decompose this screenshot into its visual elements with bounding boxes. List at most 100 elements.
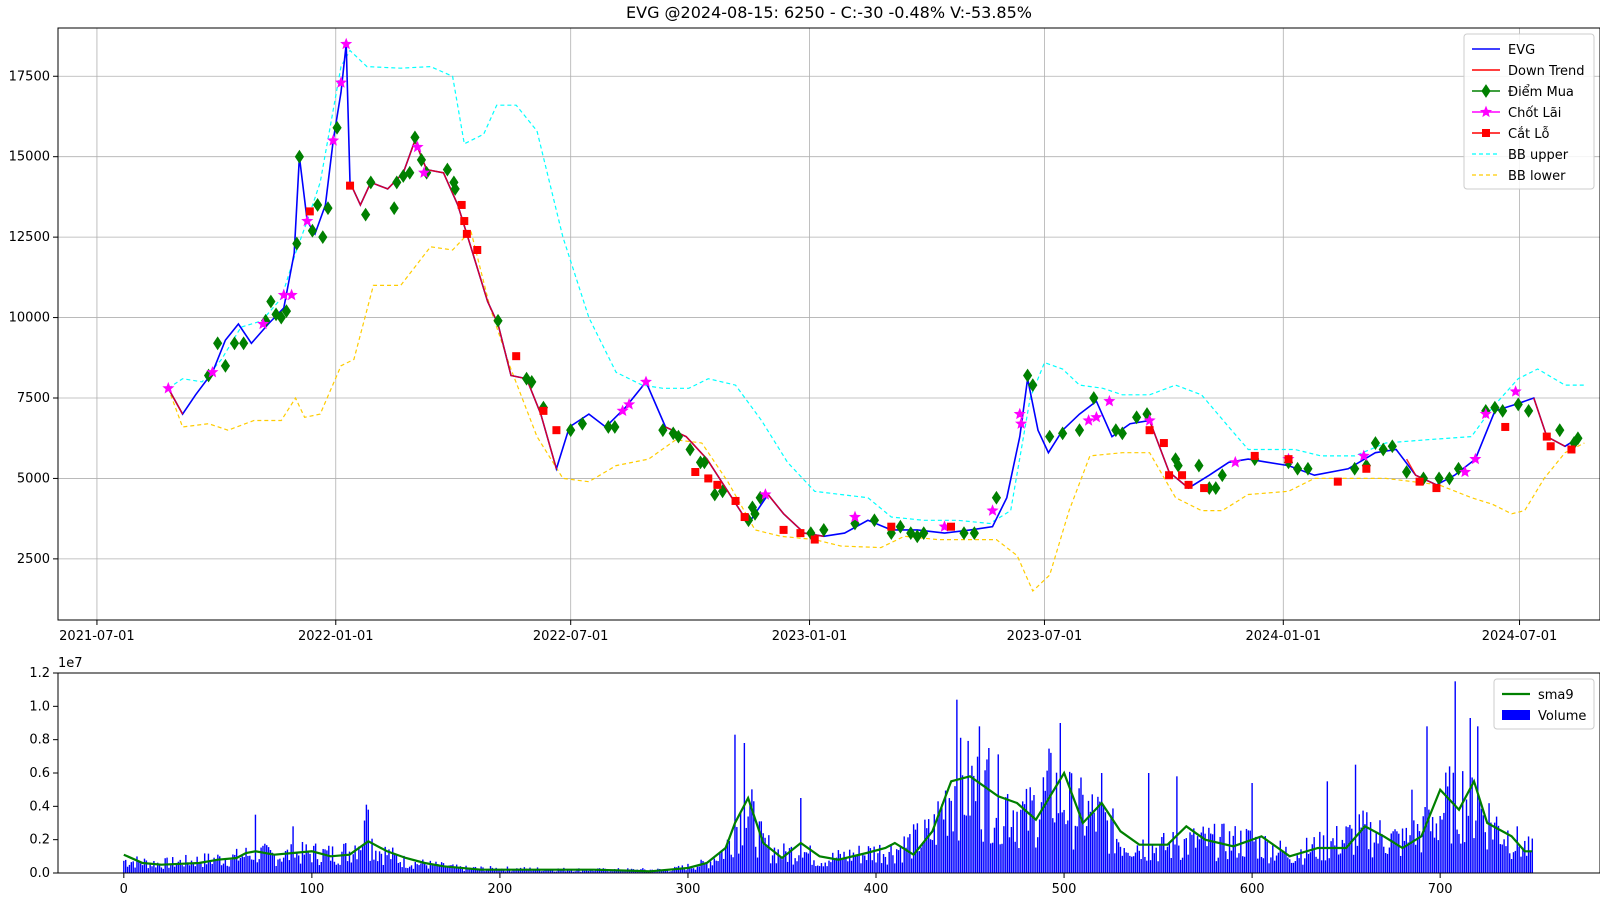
volume-bar	[258, 859, 260, 873]
volume-bar	[168, 867, 170, 873]
volume-bar	[1226, 859, 1229, 873]
stop-loss-marker	[457, 200, 466, 209]
volume-bar	[401, 867, 403, 873]
volume-bar	[1454, 681, 1456, 873]
volume-bar	[1217, 857, 1219, 873]
volume-bar	[217, 854, 219, 873]
volume-bar	[1292, 862, 1295, 873]
volume-bar	[734, 734, 736, 873]
volume-bar	[1341, 839, 1344, 873]
volume-bar	[1108, 853, 1110, 873]
price-y-tick-label: 5000	[17, 471, 50, 486]
volume-bar	[183, 866, 185, 873]
volume-bar	[961, 775, 964, 873]
volume-bar	[294, 857, 296, 873]
volume-bar	[461, 868, 464, 873]
volume-bar	[1260, 856, 1263, 873]
volume-bar	[254, 814, 257, 873]
volume-bar	[429, 860, 432, 873]
volume-bar	[1294, 861, 1297, 873]
volume-bar	[1082, 794, 1084, 873]
volume-bar	[1178, 845, 1180, 873]
volume-bar	[1503, 839, 1505, 873]
volume-bar	[1123, 848, 1125, 873]
price-legend-label: Điểm Mua	[1508, 85, 1574, 100]
volume-bar	[1136, 845, 1139, 873]
volume-bar	[1349, 824, 1351, 873]
volume-bar	[1507, 830, 1509, 873]
volume-bar	[382, 864, 385, 873]
volume-bar	[1441, 819, 1443, 873]
volume-bar	[1272, 845, 1274, 873]
volume-bar	[356, 859, 358, 873]
volume-bar	[1163, 832, 1165, 873]
volume-bar	[877, 853, 879, 873]
volume-bar	[203, 853, 206, 873]
volume-bar	[803, 852, 806, 873]
volume-bar	[1070, 773, 1073, 873]
volume-bar	[264, 843, 266, 873]
volume-bar	[1023, 804, 1026, 873]
volume-bar	[807, 853, 810, 873]
volume-bar	[1206, 846, 1208, 873]
stop-loss-marker	[1546, 442, 1555, 451]
price-y-tick-label: 7500	[17, 391, 50, 406]
volume-bar	[1277, 852, 1280, 873]
volume-bar	[1364, 824, 1366, 873]
volume-bar	[1482, 815, 1485, 873]
volume-bar	[410, 865, 413, 873]
volume-panel: 0.0 0.2 0.4 0.6 0.8 1.0 1.2 0 100 200 300 400 500 60…	[29, 656, 1600, 897]
volume-bar	[1087, 800, 1090, 873]
volume-bar	[1488, 803, 1490, 873]
volume-bar	[1458, 833, 1460, 873]
volume-bar	[420, 863, 422, 873]
volume-bar	[1435, 823, 1438, 873]
volume-bar	[1215, 861, 1218, 873]
volume-bar	[1334, 845, 1336, 873]
volume-bar	[800, 798, 802, 873]
volume-bar	[322, 848, 324, 873]
volume-bar	[929, 839, 932, 873]
volume-bar	[1450, 843, 1453, 873]
volume-bar	[205, 864, 208, 873]
volume-bar	[1456, 829, 1458, 873]
volume-bar	[192, 863, 195, 873]
volume-bar	[179, 859, 181, 873]
volume-bar	[173, 866, 176, 873]
volume-bar	[326, 850, 328, 873]
volume-bar	[1210, 833, 1212, 873]
stop-loss-marker	[1165, 471, 1174, 480]
volume-bar	[1072, 849, 1075, 873]
volume-bar	[1018, 848, 1020, 873]
volume-bar	[1174, 844, 1176, 873]
volume-bar	[1360, 827, 1362, 873]
volume-bar	[1398, 833, 1400, 873]
volume-bar	[715, 860, 717, 873]
volume-bar	[952, 831, 954, 873]
volume-bar	[126, 866, 129, 873]
volume-y-tick-label: 1.2	[29, 666, 50, 681]
volume-bar	[141, 865, 144, 873]
volume-bar	[423, 863, 426, 873]
volume-bar	[1375, 831, 1377, 873]
volume-bar	[1176, 776, 1178, 873]
volume-bar	[920, 847, 922, 873]
volume-bar	[328, 845, 330, 873]
stop-loss-marker	[796, 529, 805, 538]
volume-bar	[1242, 856, 1244, 873]
volume-bar	[871, 860, 873, 873]
volume-bar	[1309, 852, 1312, 873]
volume-bar	[1202, 826, 1204, 873]
volume-bar	[1144, 856, 1146, 873]
volume-bar	[1264, 836, 1266, 873]
volume-bar	[249, 855, 251, 873]
volume-bar	[1147, 773, 1150, 873]
volume-bar	[337, 863, 339, 873]
volume-bar	[1037, 837, 1039, 873]
legend-swatch-volume	[1502, 710, 1530, 720]
price-legend-label: EVG	[1508, 43, 1535, 58]
price-legend-label: Chốt Lãi	[1508, 106, 1561, 121]
volume-bar	[993, 827, 996, 873]
volume-bar	[1379, 820, 1381, 873]
volume-bar	[1232, 835, 1235, 873]
